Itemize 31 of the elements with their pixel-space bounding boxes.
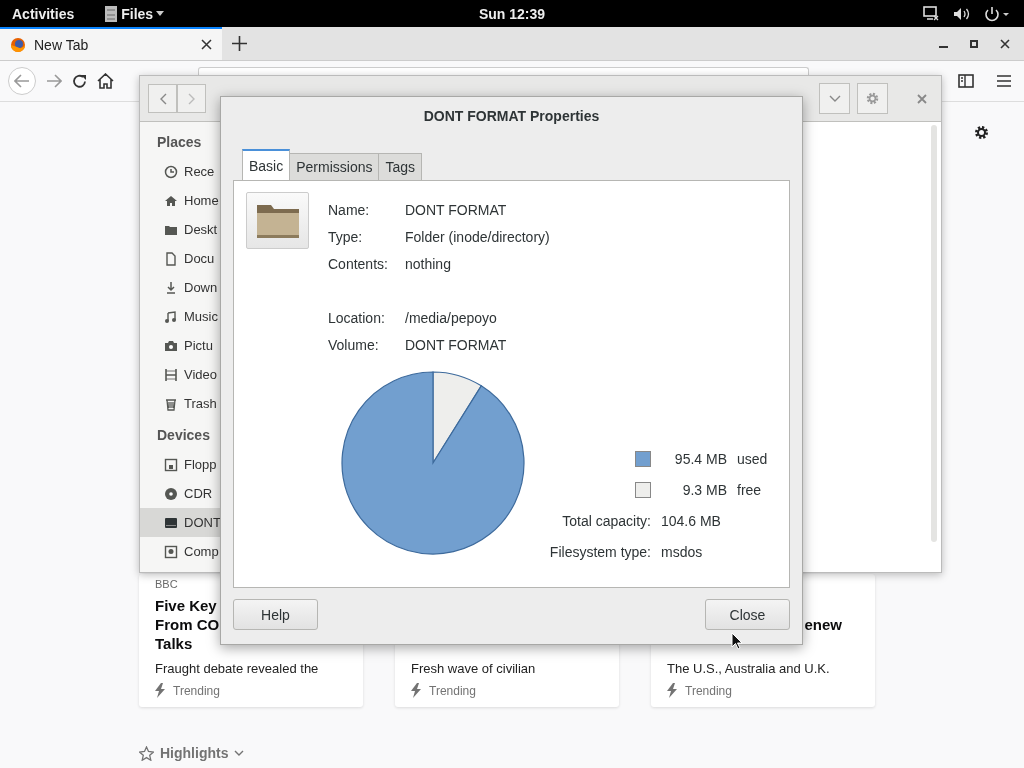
sidebar-heading: Places — [157, 134, 202, 150]
legend-label: free — [737, 481, 762, 498]
field-label: Name: — [328, 201, 371, 218]
field-value: /media/pepoyo — [405, 309, 498, 326]
field-label: Volume: — [328, 336, 380, 353]
trending-label: Trending — [429, 683, 476, 698]
info-value: 104.6 MB — [661, 512, 721, 529]
tab-title: New Tab — [34, 36, 90, 53]
sidebar-heading: Devices — [157, 427, 210, 443]
field-value: DONT FORMAT — [405, 201, 508, 218]
field-value: nothing — [405, 255, 452, 272]
field-label: Contents: — [328, 255, 389, 272]
info-label: Filesystem type: — [548, 543, 651, 560]
story-description: Fresh wave of civilian — [411, 661, 536, 676]
trending-label: Trending — [173, 683, 220, 698]
story-description: Fraught debate revealed the — [155, 661, 319, 676]
story-description: The U.S., Australia and U.K. — [667, 661, 830, 676]
field-value: DONT FORMAT — [405, 336, 508, 353]
story-title: enew — [804, 615, 842, 634]
info-value: msdos — [661, 543, 703, 560]
legend-label: used — [737, 450, 768, 467]
dialog-title: DONT FORMAT Properties — [423, 107, 600, 124]
legend-value: 95.4 MB — [673, 450, 727, 467]
legend-value: 9.3 MB — [681, 481, 727, 498]
info-label: Total capacity: — [561, 512, 651, 529]
field-label: Location: — [328, 309, 386, 326]
source-label: BBC — [155, 578, 178, 590]
field-value: Folder (inode/directory) — [405, 228, 550, 245]
story-title: Five Key From CO Talks — [155, 596, 220, 653]
trending-label: Trending — [685, 683, 732, 698]
field-label: Type: — [328, 228, 364, 245]
